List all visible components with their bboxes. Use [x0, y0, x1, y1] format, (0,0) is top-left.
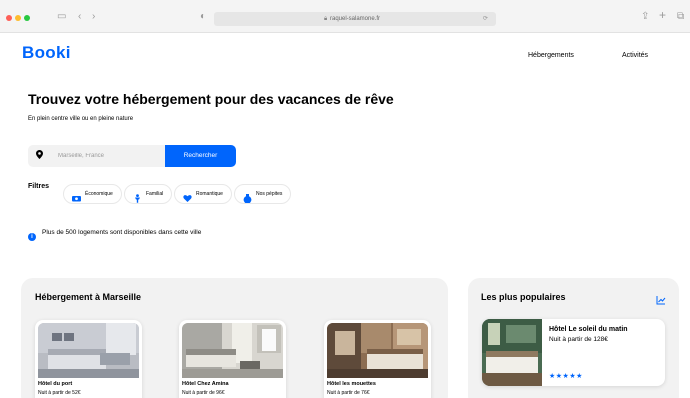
filter-romantique[interactable]: Romantique	[174, 184, 232, 204]
filter-label: Nos pépites	[256, 191, 283, 197]
search-input[interactable]	[58, 145, 158, 167]
back-icon[interactable]: ‹	[78, 11, 81, 23]
browser-toolbar: ▭ ‹ › ◐ 🔒︎ raquel-salamone.fr ⟳ ⇪ + ⧉	[0, 0, 690, 33]
filter-familial[interactable]: Familial	[124, 184, 173, 204]
hotel-price: Nuit à partir de 76€	[327, 390, 370, 396]
hotel-name: Hôtel Chez Amina	[182, 381, 229, 387]
nav-hebergements[interactable]: Hébergements	[528, 52, 574, 59]
hebergement-card[interactable]: Hôtel du port Nuit à partir de 52€	[35, 320, 142, 398]
heart-icon	[183, 190, 192, 202]
hotel-name: Hôtel du port	[38, 381, 73, 387]
search-button[interactable]: Rechercher	[165, 145, 236, 167]
hotel-photo	[482, 319, 542, 386]
filter-label: Romantique	[196, 191, 223, 197]
hotel-price: Nuit à partir de 96€	[182, 390, 225, 396]
share-icon[interactable]: ⇪	[641, 11, 649, 23]
hebergement-card[interactable]: Hôtel Chez Amina Nuit à partir de 96€	[179, 320, 286, 398]
reload-icon[interactable]: ⟳	[483, 14, 488, 24]
location-pin-icon	[36, 150, 43, 163]
hotel-photo	[182, 323, 283, 378]
child-icon	[133, 190, 142, 203]
filter-label: Familial	[146, 191, 164, 197]
search-field[interactable]	[28, 145, 165, 167]
gem-icon	[243, 190, 252, 204]
money-icon	[72, 190, 81, 201]
hebergements-title: Hébergement à Marseille	[35, 292, 142, 302]
sidebar-toggle-icon[interactable]: ▭	[57, 11, 66, 23]
new-tab-icon[interactable]: +	[659, 9, 666, 21]
minimize-window-button[interactable]	[15, 15, 21, 21]
hotel-photo	[38, 323, 139, 378]
filters-title: Filtres	[28, 183, 50, 190]
filter-nos-pepites[interactable]: Nos pépites	[234, 184, 292, 204]
rating-stars: ★★★★★	[549, 373, 583, 380]
close-window-button[interactable]	[6, 15, 12, 21]
privacy-shield-icon[interactable]: ◐	[200, 11, 206, 23]
address-bar[interactable]: 🔒︎ raquel-salamone.fr ⟳	[214, 12, 496, 26]
populaires-title: Les plus populaires	[481, 292, 566, 302]
hotel-name: Hôtel les mouettes	[327, 381, 376, 387]
filter-label: Économique	[85, 191, 113, 197]
booki-logo[interactable]: Booki	[22, 43, 71, 63]
page-subtitle: En plein centre ville ou en pleine natur…	[28, 116, 134, 122]
page-title: Trouvez votre hébergement pour des vacan…	[28, 91, 394, 107]
hotel-photo	[327, 323, 428, 378]
hotel-price: Nuit à partir de 128€	[549, 336, 608, 343]
info-icon: i	[28, 233, 36, 241]
tab-overview-icon[interactable]: ⧉	[677, 11, 684, 23]
nav-activites[interactable]: Activités	[622, 52, 648, 59]
populaire-card[interactable]: Hôtel Le soleil du matin Nuit à partir d…	[482, 319, 665, 386]
address-bar-url: raquel-salamone.fr	[329, 16, 381, 22]
hotel-price: Nuit à partir de 52€	[38, 390, 81, 396]
maximize-window-button[interactable]	[24, 15, 30, 21]
info-text: Plus de 500 logements sont disponibles d…	[42, 229, 202, 236]
filter-economique[interactable]: Économique	[63, 184, 122, 204]
trend-chart-icon[interactable]	[656, 292, 666, 305]
hebergement-card[interactable]: Hôtel les mouettes Nuit à partir de 76€	[324, 320, 431, 398]
forward-icon[interactable]: ›	[92, 11, 95, 23]
hotel-name: Hôtel Le soleil du matin	[549, 326, 628, 333]
